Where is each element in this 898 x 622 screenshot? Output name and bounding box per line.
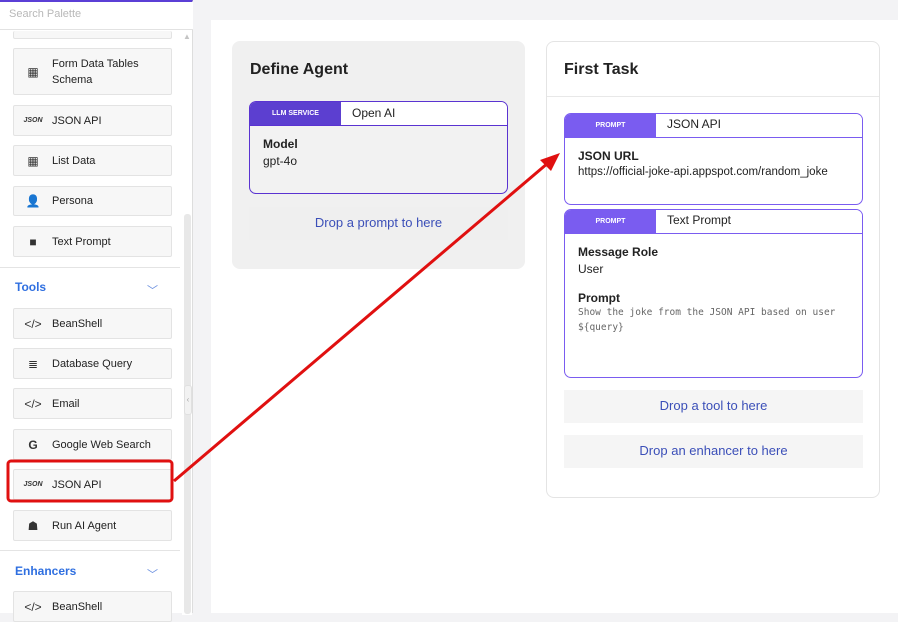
enhancer-drop-zone[interactable]: Drop an enhancer to here <box>564 435 863 468</box>
code-icon: </> <box>24 396 42 411</box>
palette-item-json-api-tool[interactable]: JSON JSON API <box>13 469 172 500</box>
code-icon: </> <box>24 316 42 331</box>
palette-item-database-query[interactable]: ≣ Database Query <box>13 348 172 379</box>
field-label: Prompt <box>578 291 620 305</box>
item-label: Google Web Search <box>52 438 151 451</box>
section-tools[interactable]: Tools <box>15 280 46 294</box>
card-name: Text Prompt <box>656 210 862 233</box>
section-enhancers[interactable]: Enhancers <box>15 564 76 578</box>
json-icon: JSON <box>23 481 43 488</box>
palette-item-text-prompt[interactable]: ■ Text Prompt <box>13 226 172 257</box>
palette-item-beanshell-enhancer[interactable]: </> BeanShell <box>13 591 172 622</box>
card-tag: PROMPT <box>565 114 656 137</box>
field-value: gpt-4o <box>263 154 298 168</box>
item-label: JSON API <box>52 114 102 127</box>
prompt-text: Show the joke from the JSON API based on… <box>578 307 836 333</box>
define-agent-panel: Define Agent LLM SERVICE Open AI Model gpt… <box>232 41 525 269</box>
database-icon: ≣ <box>27 356 39 371</box>
json-api-card[interactable]: PROMPT JSON API JSON URL https://official-… <box>564 113 863 205</box>
item-label: BeanShell <box>52 600 103 613</box>
palette-item-email[interactable]: </> Email <box>13 388 172 419</box>
item-label: Text Prompt <box>52 235 111 248</box>
palette-item-beanshell[interactable]: </> BeanShell <box>13 308 172 339</box>
agent-icon: ☗ <box>27 518 39 533</box>
divider <box>547 96 879 97</box>
field-label: Model <box>263 137 298 151</box>
item-label: Database Query <box>52 357 133 370</box>
code-icon: </> <box>24 599 42 614</box>
table-icon: ▦ <box>27 153 39 168</box>
chevron-down-icon[interactable]: ﹀ <box>147 282 158 298</box>
divider <box>0 550 180 551</box>
item-label: BeanShell <box>52 317 103 330</box>
palette-item-json-api[interactable]: JSON JSON API <box>13 105 172 136</box>
first-task-panel: First Task PROMPT JSON API JSON URL https:… <box>546 41 880 498</box>
sidebar-resize-handle[interactable]: ‹ <box>184 385 192 415</box>
item-label: Run AI Agent <box>52 519 117 532</box>
scroll-up-icon[interactable]: ▲ <box>183 32 191 41</box>
palette-item-run-ai-agent[interactable]: ☗ Run AI Agent <box>13 510 172 541</box>
palette-item-partial[interactable] <box>13 31 172 39</box>
item-label: List Data <box>52 154 96 167</box>
json-icon: JSON <box>23 117 43 124</box>
item-label: Persona <box>52 195 93 207</box>
card-tag: PROMPT <box>565 210 656 233</box>
chevron-down-icon[interactable]: ﹀ <box>147 566 158 582</box>
persona-icon: 👤 <box>25 194 41 208</box>
item-label: Email <box>52 397 80 410</box>
palette-item-list-data[interactable]: ▦ List Data <box>13 145 172 176</box>
search-input[interactable]: Search Palette <box>0 2 193 30</box>
item-label: JSON API <box>52 478 102 491</box>
card-name: Open AI <box>341 102 507 125</box>
comment-icon: ■ <box>29 234 37 249</box>
tool-drop-zone[interactable]: Drop a tool to here <box>564 390 863 423</box>
panel-title: Define Agent <box>250 61 349 78</box>
divider <box>0 267 180 268</box>
field-label: JSON URL <box>578 149 639 163</box>
panel-title: First Task <box>564 61 639 78</box>
card-name: JSON API <box>656 114 862 137</box>
text-prompt-card[interactable]: PROMPT Text Prompt Message Role User Prom… <box>564 209 863 378</box>
google-icon: G <box>28 437 38 452</box>
palette-item-persona[interactable]: 👤 Persona <box>13 186 172 216</box>
table-icon: ▦ <box>27 64 39 79</box>
palette-item-google-web-search[interactable]: G Google Web Search <box>13 429 172 460</box>
field-value: https://official-joke-api.appspot.com/ra… <box>578 166 828 178</box>
field-label: Message Role <box>578 245 659 259</box>
palette-sidebar: Search Palette ▦ Form Data Tables Schema … <box>0 0 193 622</box>
field-value: User <box>578 262 604 276</box>
prompt-drop-zone[interactable]: Drop a prompt to here <box>249 207 508 240</box>
palette-item-form-data-tables[interactable]: ▦ Form Data Tables Schema <box>13 48 172 95</box>
card-tag: LLM SERVICE <box>250 102 341 125</box>
llm-service-card[interactable]: LLM SERVICE Open AI Model gpt-4o <box>249 101 508 194</box>
item-label: Form Data Tables Schema <box>52 57 139 86</box>
